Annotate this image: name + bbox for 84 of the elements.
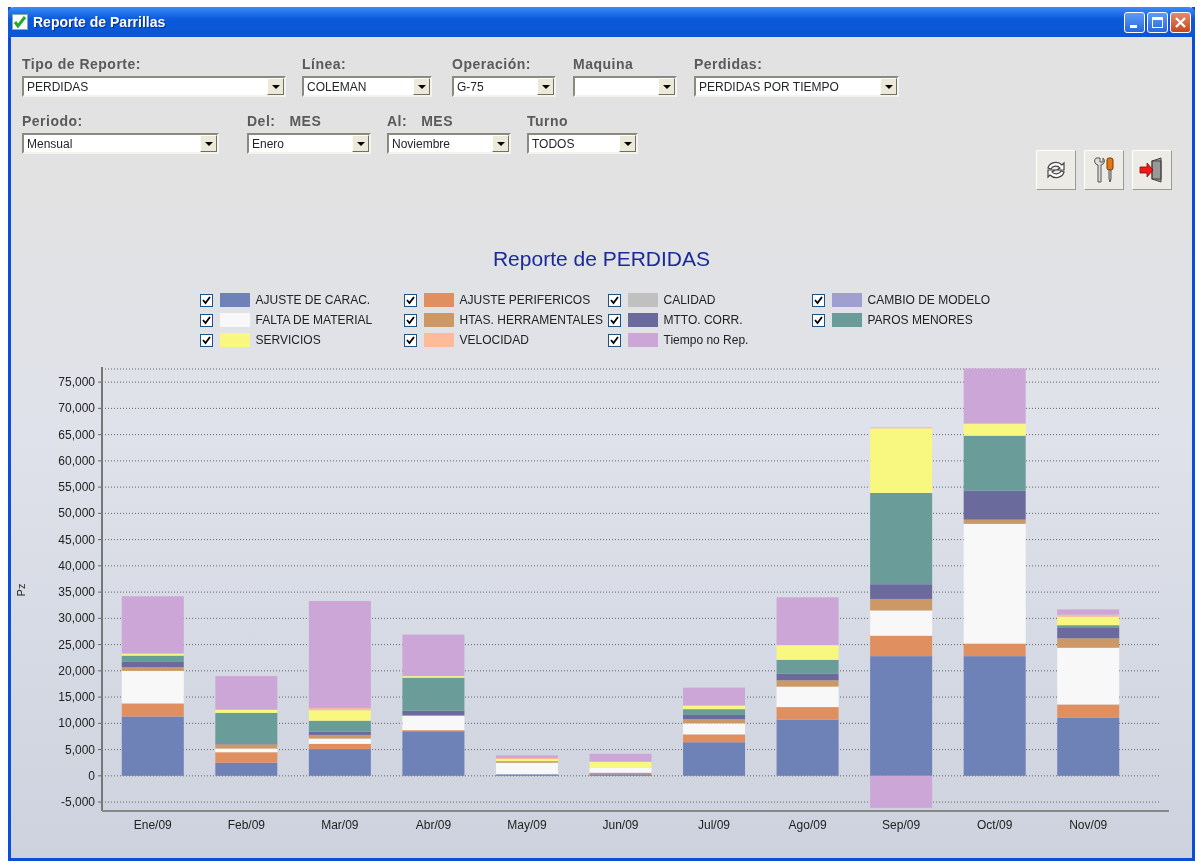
field-label: MES: [421, 113, 453, 129]
legend-label: MTTO. CORR.: [663, 312, 743, 329]
dropdown[interactable]: TODOS: [527, 133, 638, 154]
checkbox[interactable]: [607, 333, 621, 347]
bar: [589, 753, 652, 762]
checkbox[interactable]: [199, 313, 213, 327]
legend-label: AJUSTE DE CARAC.: [255, 292, 371, 309]
axis-tick-label: 15,000: [58, 690, 95, 705]
axis-tick-label: 50,000: [58, 506, 95, 521]
checkbox[interactable]: [607, 293, 621, 307]
dropdown[interactable]: [573, 76, 677, 97]
axis-tick-label: Ene/09: [133, 818, 172, 832]
axis-tick-label: 70,000: [58, 401, 95, 416]
axis-tick-label: Feb/09: [227, 818, 265, 832]
close-button[interactable]: [1170, 11, 1191, 33]
dropdown[interactable]: Mensual: [22, 133, 219, 154]
chart-title: Reporte de PERDIDAS: [492, 246, 711, 272]
window-title: Reporte de Parrillas: [33, 12, 167, 32]
axis-tick-label: Jun/09: [602, 818, 639, 832]
axis-tick-label: 60,000: [58, 453, 95, 468]
axis-tick-label: 35,000: [58, 585, 95, 600]
field-label: Tipo de Reporte:: [22, 56, 141, 72]
axis-tick-label: 55,000: [58, 480, 95, 495]
legend-label: CALIDAD: [663, 292, 716, 309]
field-label: Maquina: [573, 56, 634, 72]
axis-tick-label: 20,000: [58, 663, 95, 678]
checkbox[interactable]: [403, 293, 417, 307]
axis-tick-label: 30,000: [58, 611, 95, 626]
minimize-icon: [1130, 24, 1137, 28]
axis-tick-label: Ago/09: [788, 818, 827, 832]
dropdown[interactable]: Enero: [247, 133, 371, 154]
axis-tick-label: 10,000: [58, 716, 95, 731]
checkbox[interactable]: [811, 293, 825, 307]
axis-tick-label: 65,000: [58, 427, 95, 442]
field-label: Operación:: [452, 56, 531, 72]
axis-tick-label: Abr/09: [415, 818, 452, 832]
field-label: Periodo:: [22, 113, 83, 129]
minimize-button[interactable]: [1124, 11, 1145, 33]
checkbox[interactable]: [199, 293, 213, 307]
checkbox[interactable]: [403, 333, 417, 347]
field-label: Al:: [387, 113, 408, 129]
refresh-button[interactable]: [1036, 150, 1076, 190]
axis-title: Pz: [15, 583, 27, 597]
dropdown[interactable]: PERDIDAS POR TIEMPO: [694, 76, 899, 97]
checkbox[interactable]: [607, 313, 621, 327]
dropdown[interactable]: G-75: [452, 76, 556, 97]
check-icon: [12, 14, 28, 30]
tools-button[interactable]: [1084, 150, 1124, 190]
maximize-icon: [1152, 16, 1163, 28]
axis-tick-label: May/09: [507, 818, 547, 832]
legend-label: VELOCIDAD: [459, 332, 529, 349]
field-label: Turno: [527, 113, 569, 129]
legend-label: CAMBIO DE MODELO: [867, 292, 991, 309]
legend-label: Tiempo no Rep.: [663, 332, 749, 349]
field-label: Perdidas:: [694, 56, 763, 72]
dropdown[interactable]: PERDIDAS: [22, 76, 286, 97]
checkbox[interactable]: [811, 313, 825, 327]
axis-tick-label: Sep/09: [882, 818, 921, 832]
tools-icon: [1091, 156, 1117, 184]
axis-tick-label: -5,000: [60, 795, 95, 810]
axis-tick-label: Jul/09: [698, 818, 731, 832]
axis-tick-label: 25,000: [58, 637, 95, 652]
axis-tick-label: 0: [88, 768, 95, 783]
axis-tick-label: 5,000: [64, 742, 95, 757]
axis-tick-label: 45,000: [58, 532, 95, 547]
dropdown[interactable]: Noviembre: [387, 133, 511, 154]
axis-tick-label: 75,000: [58, 375, 95, 390]
legend-label: HTAS. HERRAMENTALES: [459, 312, 604, 329]
legend-label: AJUSTE PERIFERICOS: [459, 292, 591, 309]
exit-button[interactable]: [1132, 150, 1172, 190]
dropdown[interactable]: COLEMAN: [302, 76, 432, 97]
axis-tick-label: Nov/09: [1069, 818, 1108, 832]
field-label: MES: [289, 113, 322, 129]
maximize-button[interactable]: [1147, 11, 1168, 33]
axis-tick-label: Oct/09: [977, 818, 1013, 832]
legend-label: PAROS MENORES: [867, 312, 973, 329]
legend-label: SERVICIOS: [255, 332, 321, 349]
legend-label: FALTA DE MATERIAL: [255, 312, 373, 329]
checkbox[interactable]: [199, 333, 213, 347]
field-label: Línea:: [302, 56, 347, 72]
checkbox[interactable]: [403, 313, 417, 327]
axis-tick-label: 40,000: [58, 558, 95, 573]
axis-tick-label: Mar/09: [321, 818, 359, 832]
field-label: Del:: [247, 113, 276, 129]
